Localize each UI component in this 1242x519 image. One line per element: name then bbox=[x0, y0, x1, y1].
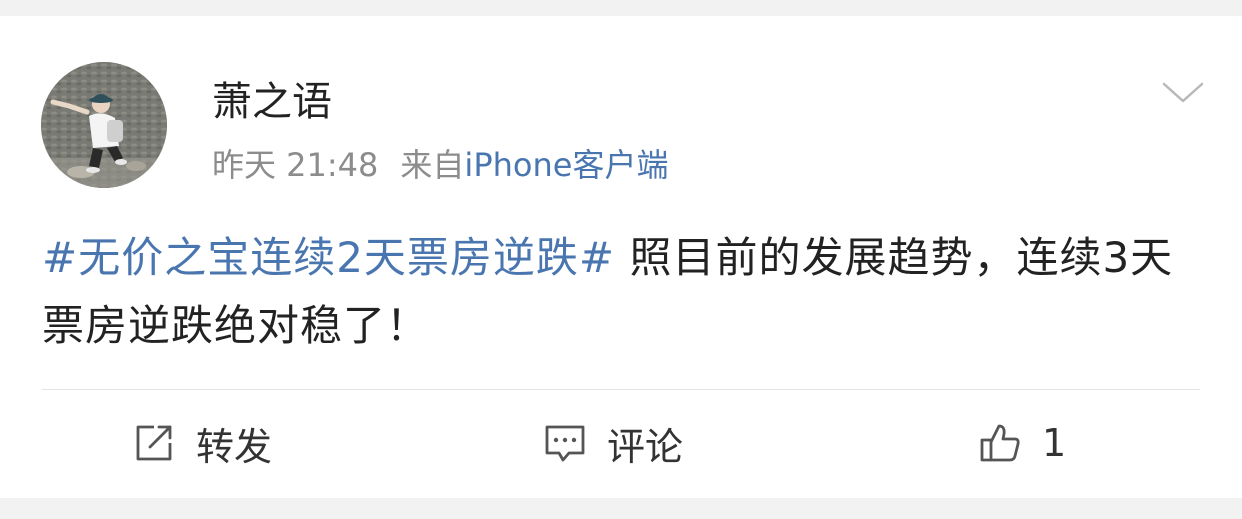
repost-label: 转发 bbox=[196, 424, 273, 469]
username[interactable]: 萧之语 bbox=[212, 76, 332, 128]
comment-bubble-icon bbox=[545, 425, 585, 462]
post-content: #无价之宝连续2天票房逆跌# 照目前的发展趋势，连续3天票房逆跌绝对稳了！ bbox=[42, 224, 1202, 360]
thumbs-up-icon bbox=[980, 424, 1020, 462]
chevron-down-icon[interactable] bbox=[1160, 76, 1206, 106]
comment-label: 评论 bbox=[607, 424, 684, 469]
avatar[interactable] bbox=[41, 62, 167, 188]
like-count: 1 bbox=[1042, 421, 1067, 465]
repost-button[interactable]: 转发 bbox=[132, 416, 272, 470]
source-prefix: 来自 bbox=[400, 146, 465, 184]
share-square-arrow-icon bbox=[136, 425, 172, 461]
post-time: 昨天 21:48 bbox=[212, 146, 379, 184]
comment-button[interactable]: 评论 bbox=[543, 416, 683, 470]
like-button[interactable]: 1 bbox=[978, 416, 1066, 470]
topic-link[interactable]: #无价之宝连续2天票房逆跌# bbox=[42, 233, 615, 282]
avatar-photo bbox=[41, 62, 167, 188]
post-meta: 昨天 21:48 来自iPhone客户端 bbox=[212, 143, 668, 187]
weibo-post-card: 萧之语 昨天 21:48 来自iPhone客户端 #无价之宝连续2天票房逆跌# 照… bbox=[0, 16, 1242, 498]
divider bbox=[42, 389, 1200, 390]
post-source-link[interactable]: iPhone客户端 bbox=[464, 146, 668, 184]
